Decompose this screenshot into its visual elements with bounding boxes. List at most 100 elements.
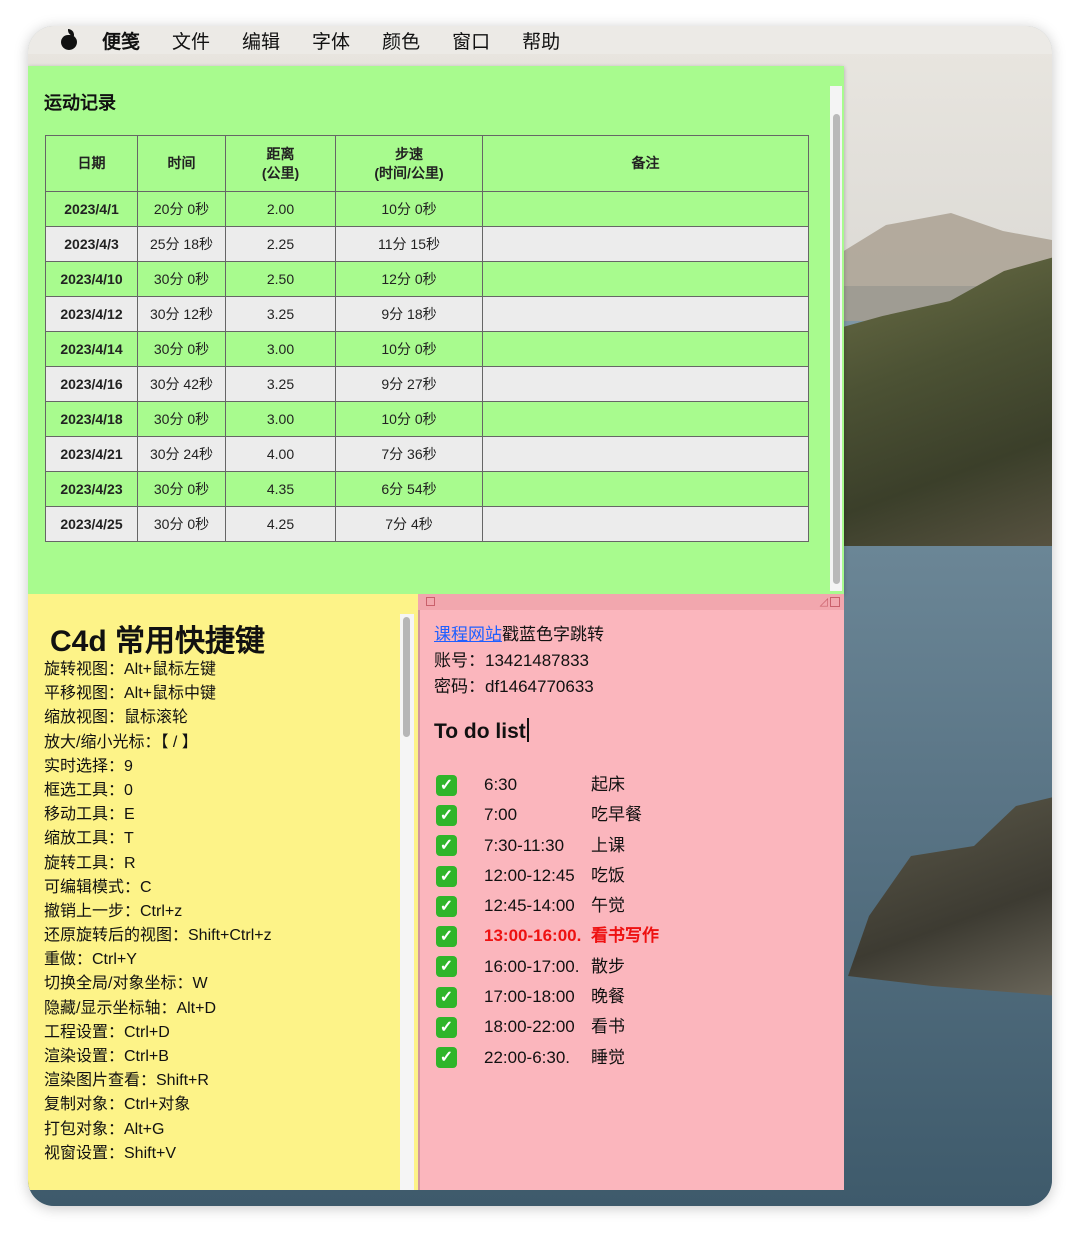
table-row: 2023/4/18 30分 0秒 3.00 10分 0秒 <box>45 401 809 437</box>
menu-font[interactable]: 字体 <box>312 27 350 54</box>
todo-task: 起床 <box>591 775 625 794</box>
todo-item: ✓ 18:00-22:00 看书 <box>436 1012 659 1042</box>
table-row: 2023/4/14 30分 0秒 3.00 10分 0秒 <box>45 331 809 367</box>
exercise-note-scrollbar[interactable] <box>830 86 842 591</box>
cell-time: 30分 24秒 <box>137 436 226 472</box>
cell-note <box>482 506 809 542</box>
shortcut-item: 缩放视图：鼠标滚轮 <box>44 709 189 727</box>
link-hint: 戳蓝色字跳转 <box>502 625 604 644</box>
todo-list: ✓ 6:30 起床 ✓ 7:00 吃早餐 ✓ 7:30-11:30 上课 ✓ 12:00-12:45… <box>436 770 659 1073</box>
c4d-note-title: C4d 常用快捷键 <box>50 625 266 658</box>
todo-task: 看书写作 <box>591 926 659 946</box>
cell-pace: 10分 0秒 <box>335 401 483 437</box>
password-line: 密码：df1464770633 <box>434 677 594 696</box>
green-checkmark-icon: ✓ <box>436 895 457 917</box>
todo-task: 吃饭 <box>591 865 625 885</box>
menu-edit[interactable]: 编辑 <box>242 27 280 54</box>
exercise-table: 日期 时间 距离 (公里) 步速 (时间/公里) 备注 2023/4/1 20分 0秒… <box>45 135 809 542</box>
shortcut-item: 切换全局/对象坐标：W <box>44 975 208 993</box>
header-distance: 距离 (公里) <box>225 135 336 192</box>
green-checkmark-icon: ✓ <box>436 986 457 1008</box>
shortcut-item: 重做：Ctrl+Y <box>44 951 137 969</box>
cell-date: 2023/4/25 <box>45 506 138 542</box>
cell-date: 2023/4/14 <box>45 331 138 367</box>
menu-bar: 便笺 文件 编辑 字体 颜色 窗口 帮助 <box>28 26 1052 54</box>
menu-color[interactable]: 颜色 <box>382 27 420 54</box>
todo-task: 晚餐 <box>591 987 625 1007</box>
close-icon[interactable] <box>426 597 435 606</box>
green-checkmark-icon: ✓ <box>436 865 457 887</box>
green-checkmark-icon: ✓ <box>436 1047 457 1069</box>
collapse-icon[interactable] <box>830 597 840 607</box>
shortcut-item: 可编辑模式：C <box>44 878 152 896</box>
shortcut-item: 旋转视图：Alt+鼠标左键 <box>44 661 217 678</box>
header-time: 时间 <box>137 135 226 192</box>
shortcut-item: 移动工具：E <box>44 806 135 824</box>
todo-time: 7:30-11:30 <box>484 835 565 855</box>
cell-note <box>482 436 809 472</box>
todo-task: 吃早餐 <box>591 805 642 825</box>
menu-app-name[interactable]: 便笺 <box>102 27 140 54</box>
todo-item: ✓ 22:00-6:30. 睡觉 <box>436 1043 659 1073</box>
cell-date: 2023/4/23 <box>45 471 138 507</box>
shortcut-item: 实时选择：9 <box>44 757 133 775</box>
course-info: 课程网站戳蓝色字跳转 账号：13421487833 密码：df146477063… <box>434 622 604 700</box>
todo-task: 午觉 <box>591 896 625 916</box>
c4d-note-scrollbar[interactable] <box>400 614 414 1190</box>
cell-pace: 9分 18秒 <box>335 296 483 332</box>
apple-logo-icon[interactable] <box>58 29 80 51</box>
table-row: 2023/4/10 30分 0秒 2.50 12分 0秒 <box>45 261 809 297</box>
cell-pace: 10分 0秒 <box>335 331 483 367</box>
todo-note-titlebar[interactable]: ◿ <box>418 594 844 610</box>
cell-time: 30分 12秒 <box>137 296 226 332</box>
cell-time: 30分 0秒 <box>137 401 226 437</box>
table-row: 2023/4/12 30分 12秒 3.25 9分 18秒 <box>45 296 809 332</box>
table-row: 2023/4/1 20分 0秒 2.00 10分 0秒 <box>45 191 809 227</box>
course-link-line: 课程网站戳蓝色字跳转 <box>434 622 604 648</box>
shortcut-item: 旋转工具：R <box>44 854 136 872</box>
menu-window[interactable]: 窗口 <box>452 27 490 54</box>
resize-corner-icon[interactable]: ◿ <box>820 596 828 608</box>
scrollbar-thumb[interactable] <box>833 114 840 584</box>
shortcut-item: 视窗设置：Shift+V <box>44 1144 177 1162</box>
shortcut-item: 隐藏/显示坐标轴：Alt+D <box>44 999 217 1017</box>
green-checkmark-icon: ✓ <box>436 804 457 826</box>
cell-date: 2023/4/21 <box>45 436 138 472</box>
cell-pace: 7分 4秒 <box>335 506 483 542</box>
cell-note <box>482 226 809 262</box>
cell-pace: 7分 36秒 <box>335 436 483 472</box>
cell-distance: 3.25 <box>225 296 336 332</box>
green-checkmark-icon: ✓ <box>436 926 457 948</box>
menu-file[interactable]: 文件 <box>172 27 210 54</box>
exercise-note-title: 运动记录 <box>44 93 116 114</box>
cell-distance: 2.50 <box>225 261 336 297</box>
cell-pace: 9分 27秒 <box>335 366 483 402</box>
table-row: 2023/4/23 30分 0秒 4.35 6分 54秒 <box>45 471 809 507</box>
scrollbar-thumb[interactable] <box>403 617 410 737</box>
header-note: 备注 <box>482 135 809 192</box>
shortcut-item: 复制对象：Ctrl+对象 <box>44 1096 191 1114</box>
cell-time: 30分 42秒 <box>137 366 226 402</box>
course-website-link[interactable]: 课程网站 <box>434 625 502 644</box>
shortcut-item: 渲染设置：Ctrl+B <box>44 1048 169 1065</box>
todo-time: 22:00-6:30. <box>484 1047 571 1067</box>
cell-note <box>482 471 809 507</box>
todo-time: 13:00-16:00. <box>484 926 582 946</box>
cell-date: 2023/4/1 <box>45 191 138 227</box>
todo-time: 7:00 <box>484 805 518 825</box>
todo-title-text: To do list <box>434 720 526 743</box>
table-header-row: 日期 时间 距离 (公里) 步速 (时间/公里) 备注 <box>45 135 809 192</box>
cell-note <box>482 261 809 297</box>
cell-pace: 12分 0秒 <box>335 261 483 297</box>
cell-distance: 2.25 <box>225 226 336 262</box>
cell-note <box>482 191 809 227</box>
table-row: 2023/4/3 25分 18秒 2.25 11分 15秒 <box>45 226 809 262</box>
header-pace: 步速 (时间/公里) <box>335 135 483 192</box>
cell-date: 2023/4/16 <box>45 366 138 402</box>
menu-help[interactable]: 帮助 <box>522 27 560 54</box>
cell-distance: 4.35 <box>225 471 336 507</box>
text-cursor <box>526 718 529 742</box>
todo-task: 睡觉 <box>591 1047 625 1067</box>
shortcut-item: 平移视图：Alt+鼠标中键 <box>44 685 217 703</box>
shortcut-item: 打包对象：Alt+G <box>44 1120 165 1138</box>
